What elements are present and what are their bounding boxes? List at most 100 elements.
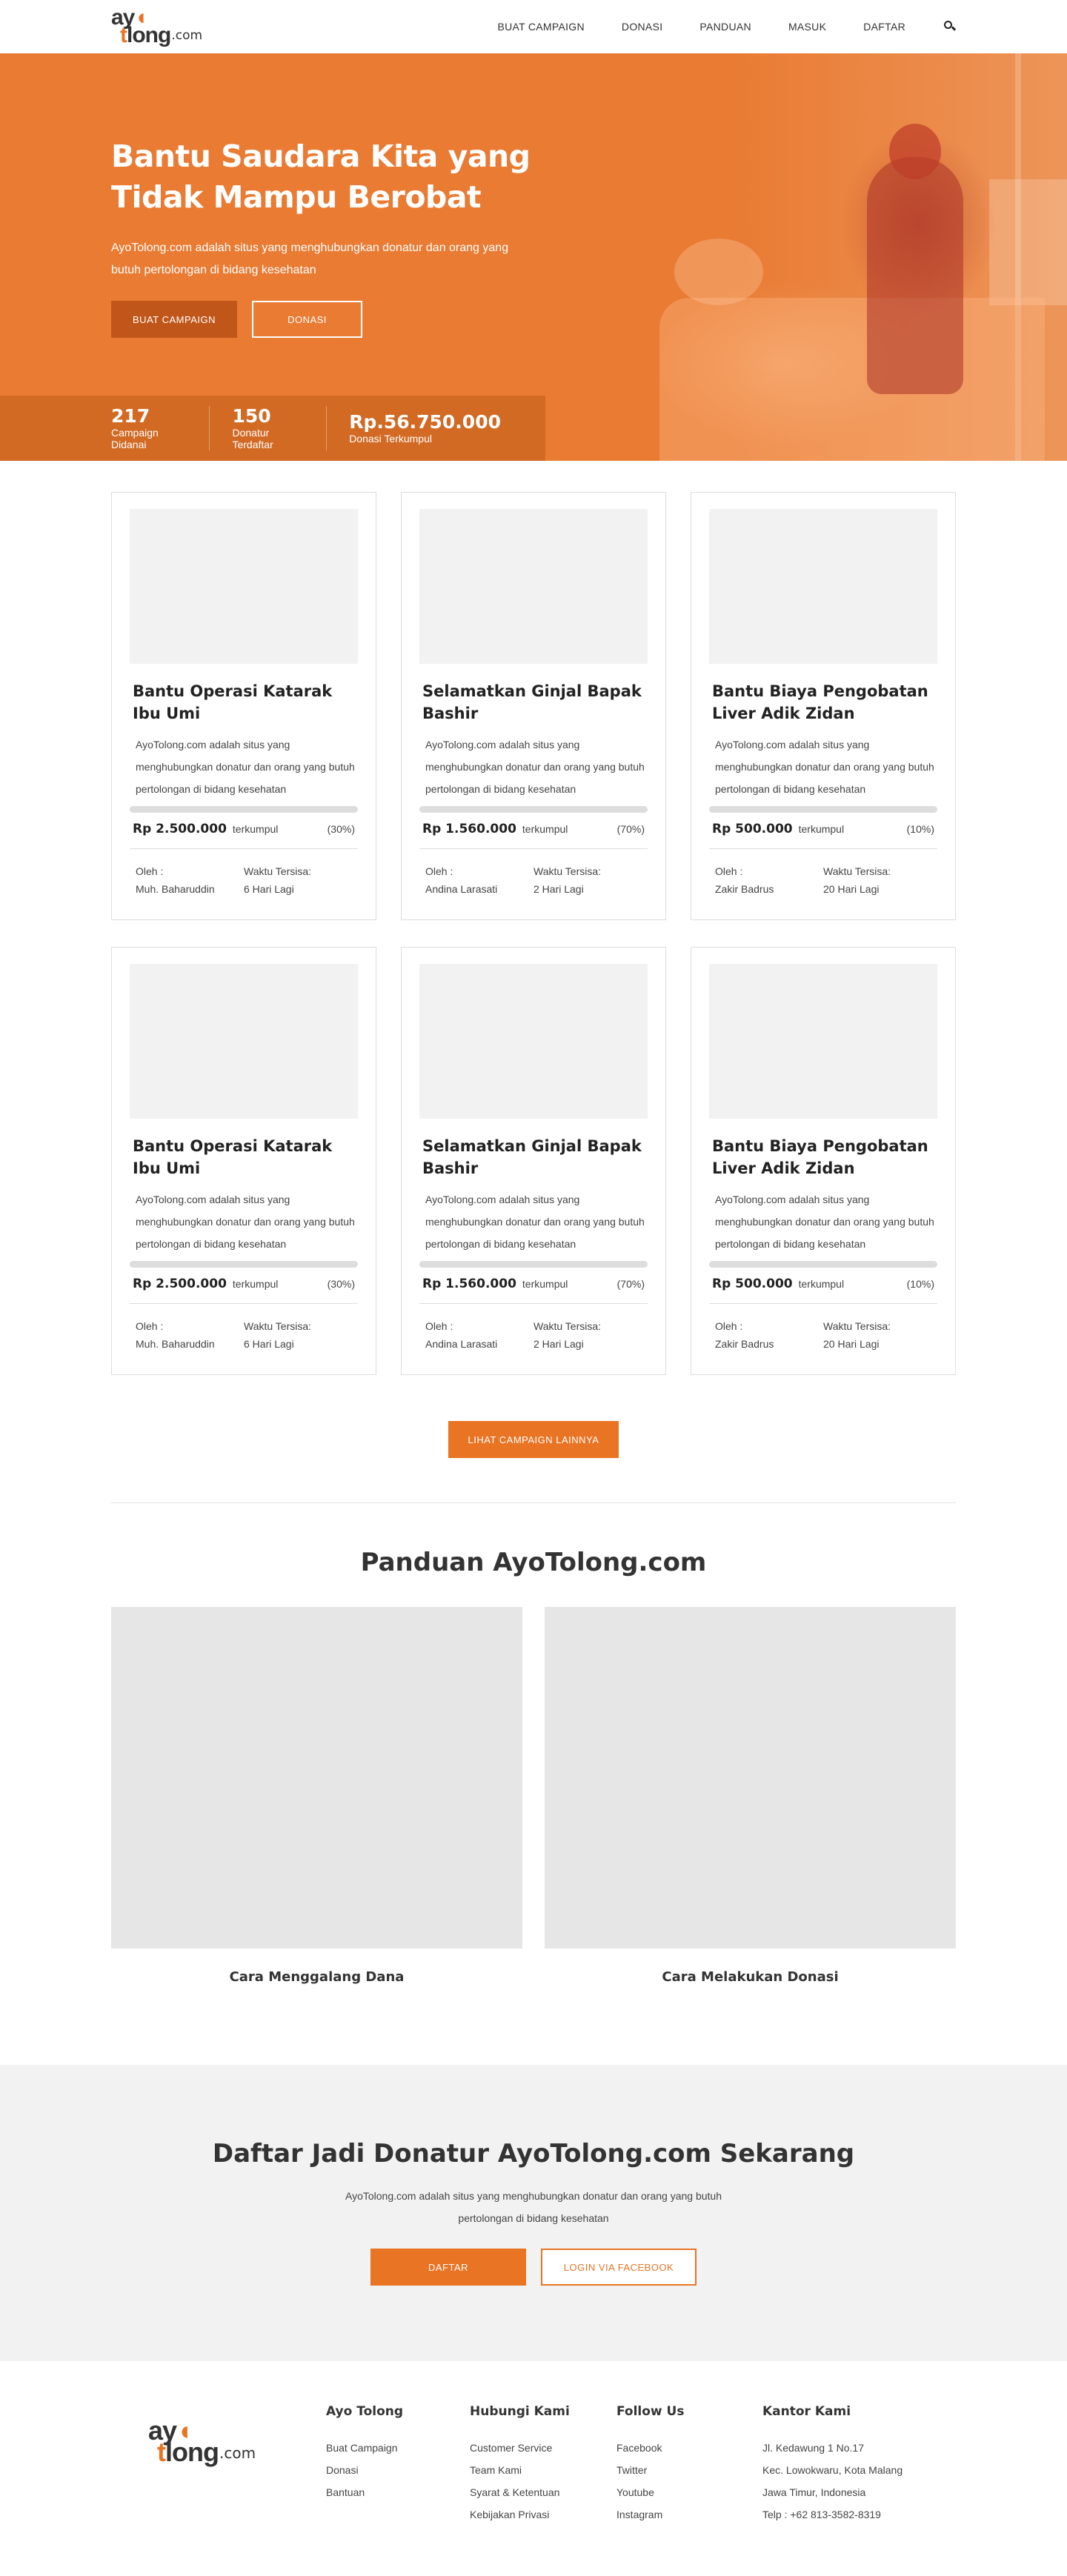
campaign-title[interactable]: Bantu Operasi Katarak Ibu Umi	[130, 680, 358, 725]
campaign-percent: (30%)	[327, 823, 355, 835]
time-label: Waktu Tersisa:	[534, 865, 602, 877]
campaign-image[interactable]	[419, 964, 648, 1119]
footer-link-instagram[interactable]: Instagram	[616, 2503, 762, 2526]
hero-donasi-button[interactable]: DONASI	[252, 301, 362, 338]
campaign-progress-bar	[419, 806, 648, 813]
campaign-time-left: 20 Hari Lagi	[823, 883, 880, 895]
footer-link-youtube[interactable]: Youtube	[616, 2481, 762, 2503]
daftar-button[interactable]: DAFTAR	[370, 2249, 526, 2286]
site-logo[interactable]: ay◖ tlong .com	[111, 5, 202, 47]
nav-donasi[interactable]: DONASI	[622, 21, 662, 33]
campaign-time-left: 6 Hari Lagi	[244, 1338, 294, 1350]
stat-value: 217	[111, 405, 150, 427]
campaign-amount-row: Rp 2.500.000 terkumpul (30%)	[130, 822, 358, 836]
campaign-percent: (10%)	[906, 1278, 934, 1290]
campaign-amount: Rp 2.500.000	[133, 822, 227, 836]
campaign-card[interactable]: Selamatkan Ginjal Bapak Bashir AyoTolong…	[401, 492, 666, 920]
cta-buttons: DAFTAR LOGIN VIA FACEBOOK	[0, 2249, 1067, 2286]
by-label: Oleh :	[136, 1320, 164, 1332]
address-line: Jawa Timur, Indonesia	[762, 2486, 866, 2498]
stat-label: Donasi Terkumpul	[349, 433, 432, 445]
guide-item[interactable]: Cara Melakukan Donasi	[545, 1607, 956, 1985]
campaign-author: Andina Larasati	[425, 883, 498, 895]
campaign-description: AyoTolong.com adalah situs yang menghubu…	[425, 1194, 645, 1250]
campaign-collected-label: terkumpul	[522, 823, 568, 835]
divider	[709, 1303, 937, 1304]
logo-mark: ay◖ tlong	[111, 5, 171, 47]
guide-caption[interactable]: Cara Melakukan Donasi	[545, 1969, 956, 1985]
campaign-time-left: 6 Hari Lagi	[244, 883, 294, 895]
panduan-section: Panduan AyoTolong.com Cara Menggalang Da…	[0, 1503, 1067, 1985]
campaign-progress-bar	[709, 1261, 937, 1268]
campaign-description: AyoTolong.com adalah situs yang menghubu…	[136, 1194, 355, 1250]
more-campaigns-button[interactable]: LIHAT CAMPAIGN LAINNYA	[448, 1421, 619, 1458]
campaign-card[interactable]: Selamatkan Ginjal Bapak Bashir AyoTolong…	[401, 947, 666, 1375]
divider	[130, 1303, 358, 1304]
signup-cta: Daftar Jadi Donatur AyoTolong.com Sekara…	[0, 2065, 1067, 2361]
stat-label: Campaign Didanai	[111, 427, 159, 450]
campaign-image[interactable]	[130, 509, 358, 664]
footer-link[interactable]: Kebijakan Privasi	[470, 2503, 616, 2526]
time-label: Waktu Tersisa:	[244, 1320, 312, 1332]
campaign-title[interactable]: Bantu Biaya Pengobatan Liver Adik Zidan	[709, 1135, 937, 1179]
campaign-image[interactable]	[709, 509, 937, 664]
divider	[709, 848, 937, 849]
phone-line: Telp : +62 813-3582-8319	[762, 2509, 881, 2520]
footer-link[interactable]: Syarat & Ketentuan	[470, 2481, 616, 2503]
guide-video-thumbnail[interactable]	[111, 1607, 522, 1948]
campaign-title[interactable]: Bantu Biaya Pengobatan Liver Adik Zidan	[709, 680, 937, 725]
campaign-title[interactable]: Selamatkan Ginjal Bapak Bashir	[419, 680, 648, 725]
footer-link[interactable]: Bantuan	[326, 2481, 470, 2503]
search-icon[interactable]	[944, 21, 957, 33]
time-label: Waktu Tersisa:	[823, 865, 891, 877]
by-label: Oleh :	[715, 1320, 743, 1332]
footer-link[interactable]: Team Kami	[470, 2459, 616, 2481]
campaign-meta: Oleh : Muh. Baharuddin Waktu Tersisa: 6 Ha…	[130, 1317, 358, 1353]
campaign-amount-row: Rp 500.000 terkumpul (10%)	[709, 1277, 937, 1291]
nav-masuk[interactable]: MASUK	[788, 21, 826, 33]
nav-daftar[interactable]: DAFTAR	[863, 21, 905, 33]
footer-col-hubungi: Hubungi Kami Customer Service Team Kami …	[470, 2404, 616, 2557]
stat-donasi: Rp.56.750.000 Donasi Terkumpul	[349, 406, 523, 450]
campaign-card[interactable]: Bantu Biaya Pengobatan Liver Adik Zidan …	[691, 492, 956, 920]
campaign-title[interactable]: Selamatkan Ginjal Bapak Bashir	[419, 1135, 648, 1179]
footer-link-twitter[interactable]: Twitter	[616, 2459, 762, 2481]
footer-link[interactable]: Customer Service	[470, 2437, 616, 2459]
campaign-percent: (70%)	[616, 1278, 645, 1290]
campaign-author: Zakir Badrus	[715, 1338, 774, 1350]
campaign-progress-bar	[419, 1261, 648, 1268]
guide-list: Cara Menggalang Dana Cara Melakukan Dona…	[111, 1607, 956, 1985]
guide-video-thumbnail[interactable]	[545, 1607, 956, 1948]
cta-title: Daftar Jadi Donatur AyoTolong.com Sekara…	[212, 2139, 855, 2169]
footer-link[interactable]: Buat Campaign	[326, 2437, 470, 2459]
campaign-card[interactable]: Bantu Operasi Katarak Ibu Umi AyoTolong.…	[111, 492, 376, 920]
footer-logo[interactable]: ay◖ tlong .com	[148, 2404, 326, 2557]
campaign-description: AyoTolong.com adalah situs yang menghubu…	[715, 1194, 934, 1250]
footer-col-title: Follow Us	[616, 2404, 685, 2419]
hero-buat-campaign-button[interactable]: BUAT CAMPAIGN	[111, 301, 237, 338]
hero-description: AyoTolong.com adalah situs yang menghubu…	[111, 242, 509, 276]
guide-item[interactable]: Cara Menggalang Dana	[111, 1607, 522, 1985]
nav-panduan[interactable]: PANDUAN	[699, 21, 751, 33]
top-nav: ay◖ tlong .com BUAT CAMPAIGN DONASI PAND…	[0, 0, 1067, 53]
nav-buat-campaign[interactable]: BUAT CAMPAIGN	[497, 21, 584, 33]
campaign-meta: Oleh : Andina Larasati Waktu Tersisa: 2 Ha…	[419, 1317, 648, 1353]
campaign-description: AyoTolong.com adalah situs yang menghubu…	[136, 739, 355, 795]
campaign-image[interactable]	[709, 964, 937, 1119]
login-facebook-button[interactable]: LOGIN VIA FACEBOOK	[541, 2249, 697, 2286]
campaign-collected-label: terkumpul	[798, 1278, 845, 1290]
campaign-card[interactable]: Bantu Operasi Katarak Ibu Umi AyoTolong.…	[111, 947, 376, 1375]
campaign-title[interactable]: Bantu Operasi Katarak Ibu Umi	[130, 1135, 358, 1179]
footer-col-kantor: Kantor Kami Jl. Kedawung 1 No.17 Kec. Lo…	[762, 2404, 925, 2557]
footer-col-ayotolong: Ayo Tolong Buat Campaign Donasi Bantuan	[326, 2404, 470, 2557]
guide-caption[interactable]: Cara Menggalang Dana	[111, 1969, 522, 1985]
campaign-image[interactable]	[419, 509, 648, 664]
campaign-image[interactable]	[130, 964, 358, 1119]
footer-link-facebook[interactable]: Facebook	[616, 2437, 762, 2459]
stat-value: 150	[232, 405, 271, 427]
by-label: Oleh :	[715, 865, 743, 877]
footer-link[interactable]: Donasi	[326, 2459, 470, 2481]
campaign-card[interactable]: Bantu Biaya Pengobatan Liver Adik Zidan …	[691, 947, 956, 1375]
by-label: Oleh :	[425, 865, 453, 877]
campaign-meta: Oleh : Muh. Baharuddin Waktu Tersisa: 6 Ha…	[130, 862, 358, 898]
